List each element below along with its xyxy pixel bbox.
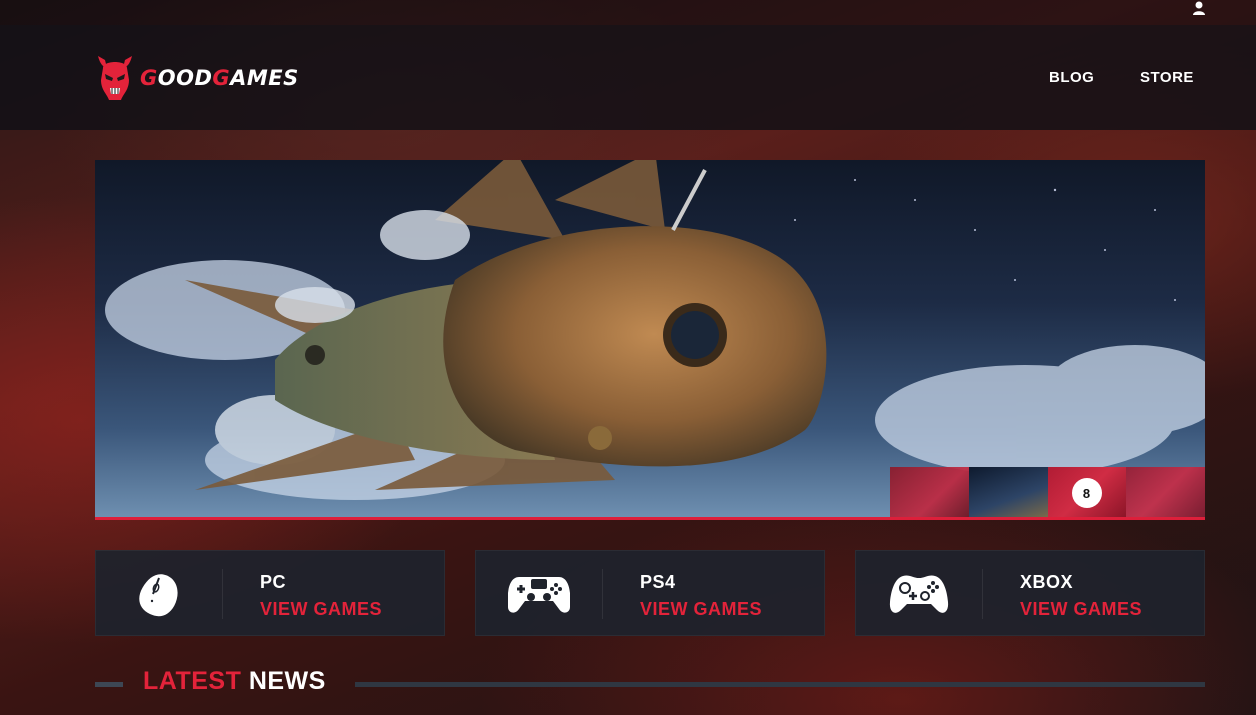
ps4-controller-icon xyxy=(508,577,570,613)
slider-thumbnails: 8 xyxy=(890,467,1205,517)
rating-badge: 8 xyxy=(1071,478,1102,508)
divider xyxy=(95,682,123,687)
divider xyxy=(222,569,223,619)
demon-skull-icon xyxy=(98,56,132,100)
slider-thumbnail[interactable] xyxy=(890,467,969,517)
platform-card-pc[interactable]: PC VIEW GAMES xyxy=(95,550,445,636)
slider-thumbnail[interactable] xyxy=(968,467,1048,517)
divider xyxy=(982,569,983,619)
xbox-controller-icon xyxy=(889,575,949,613)
logo-text: GOODGAMES xyxy=(140,66,299,90)
platform-name: XBOX xyxy=(1020,572,1074,592)
view-games-link[interactable]: VIEW GAMES xyxy=(640,599,762,620)
site-header: GOODGAMES BLOG STORE xyxy=(0,25,1256,130)
hero-slider[interactable]: 8 xyxy=(95,160,1205,520)
view-games-link[interactable]: VIEW GAMES xyxy=(1020,599,1142,620)
view-games-link[interactable]: VIEW GAMES xyxy=(260,599,382,620)
platform-name: PS4 xyxy=(640,572,676,592)
divider xyxy=(355,682,1205,687)
user-icon[interactable] xyxy=(1191,1,1207,15)
hero-image xyxy=(105,160,1205,500)
nav-store[interactable]: STORE xyxy=(1140,69,1194,86)
top-bar xyxy=(0,0,1256,25)
nav-blog[interactable]: BLOG xyxy=(1049,69,1094,86)
platform-card-ps4[interactable]: PS4 VIEW GAMES xyxy=(475,550,825,636)
divider xyxy=(602,569,603,619)
latest-news-heading: LATEST NEWS xyxy=(95,662,1205,702)
slider-thumbnail[interactable]: 8 xyxy=(1047,467,1127,517)
slider-thumbnail[interactable] xyxy=(1126,467,1205,517)
mouse-icon xyxy=(139,574,178,617)
section-title: LATEST NEWS xyxy=(143,667,326,695)
site-logo[interactable]: GOODGAMES xyxy=(95,54,299,102)
platform-name: PC xyxy=(260,572,287,592)
platform-card-xbox[interactable]: XBOX VIEW GAMES xyxy=(855,550,1205,636)
